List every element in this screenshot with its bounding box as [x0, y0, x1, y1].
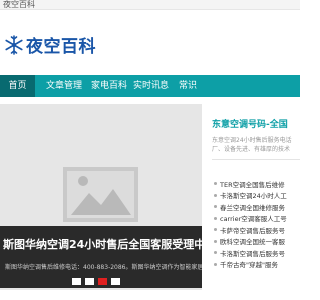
- sidebar-list-item[interactable]: 欧科空调全国统一客服: [214, 236, 300, 248]
- nav-item-home[interactable]: 首页: [0, 75, 35, 97]
- sidebar-list-item-label: TER空调全国售后维修: [220, 180, 285, 189]
- bullet-icon: [214, 262, 217, 266]
- sidebar-list-item-label: carrier空调客服人工号: [220, 215, 287, 224]
- sidebar-divider: [212, 159, 300, 160]
- sidebar-list-item[interactable]: 春兰空调全国维修服务: [214, 201, 300, 213]
- nav-item-appliances[interactable]: 家电百科: [91, 75, 127, 97]
- bullet-icon: [214, 251, 217, 255]
- nav-item-news[interactable]: 实时讯息: [133, 75, 169, 97]
- slider-title[interactable]: 斯图华纳空调24小时售后全国客服受理中心实时反馈全+…: [3, 236, 202, 252]
- slider-dot[interactable]: [85, 278, 94, 285]
- sidebar-list-item-label: 千帝古奇"穿越"服务: [220, 261, 278, 270]
- bullet-icon: [214, 182, 217, 186]
- slider-dot[interactable]: [72, 278, 81, 285]
- bullet-icon: [214, 239, 217, 243]
- sidebar-list-item[interactable]: 卡洛斯空调24小时人工: [214, 190, 300, 202]
- image-placeholder-icon: [63, 167, 138, 222]
- top-bar-site-name: 夜空百科: [3, 0, 35, 9]
- main-nav: 首页 文章管理 家电百科 实时讯息 常识: [0, 75, 300, 97]
- sidebar-list-item[interactable]: carrier空调客服人工号: [214, 213, 300, 225]
- sidebar-description: 东意空调24小时售后服务电话 厂、设备先进、有雄厚的技术: [212, 136, 300, 154]
- site-logo[interactable]: 夜空百科: [4, 32, 96, 57]
- snowflake-icon: [5, 34, 23, 55]
- nav-item-articles[interactable]: 文章管理: [43, 75, 85, 97]
- sidebar-description-line: 厂、设备先进、有雄厚的技术: [212, 146, 291, 153]
- nav-item-tips[interactable]: 常识: [173, 75, 203, 97]
- slider-dot-active[interactable]: [98, 278, 107, 285]
- sidebar-list-item[interactable]: 千帝古奇"穿越"服务: [214, 259, 300, 271]
- bullet-icon: [214, 205, 217, 209]
- top-bar: 夜空百科: [0, 0, 300, 10]
- bullet-icon: [214, 193, 217, 197]
- sidebar-list-item-label: 卡洛斯空调24小时人工: [220, 192, 287, 201]
- sidebar-list-item[interactable]: 卡萨帝空调售后服务号: [214, 224, 300, 236]
- sidebar-list-item-label: 春兰空调全国维修服务: [220, 203, 285, 212]
- sidebar-list-item-label: 欧科空调全国统一客服: [220, 238, 285, 247]
- slider-dot[interactable]: [111, 278, 120, 285]
- logo-text: 夜空百科: [26, 37, 96, 57]
- slider-description: 斯图华纳空调售后维修电话：400-883-2086。斯图华纳空调作为智能家居市场…: [5, 264, 202, 271]
- sidebar-list-item-label: 卡萨帝空调售后服务号: [220, 226, 285, 235]
- sidebar-list-item[interactable]: 卡洛斯空调售后服务号: [214, 247, 300, 259]
- sidebar-list-item[interactable]: TER空调全国售后维修: [214, 178, 300, 190]
- sidebar-title[interactable]: 东意空调号码-全国: [212, 117, 288, 130]
- sidebar-description-line: 东意空调24小时售后服务电话: [212, 137, 292, 144]
- sidebar-list: TER空调全国售后维修 卡洛斯空调24小时人工 春兰空调全国维修服务 carri…: [214, 178, 300, 270]
- slider-dots: [72, 278, 124, 285]
- bullet-icon: [214, 228, 217, 232]
- bullet-icon: [214, 216, 217, 220]
- sidebar: 东意空调号码-全国 东意空调24小时售后服务电话 厂、设备先进、有雄厚的技术 T…: [202, 104, 300, 300]
- sidebar-list-item-label: 卡洛斯空调售后服务号: [220, 249, 285, 258]
